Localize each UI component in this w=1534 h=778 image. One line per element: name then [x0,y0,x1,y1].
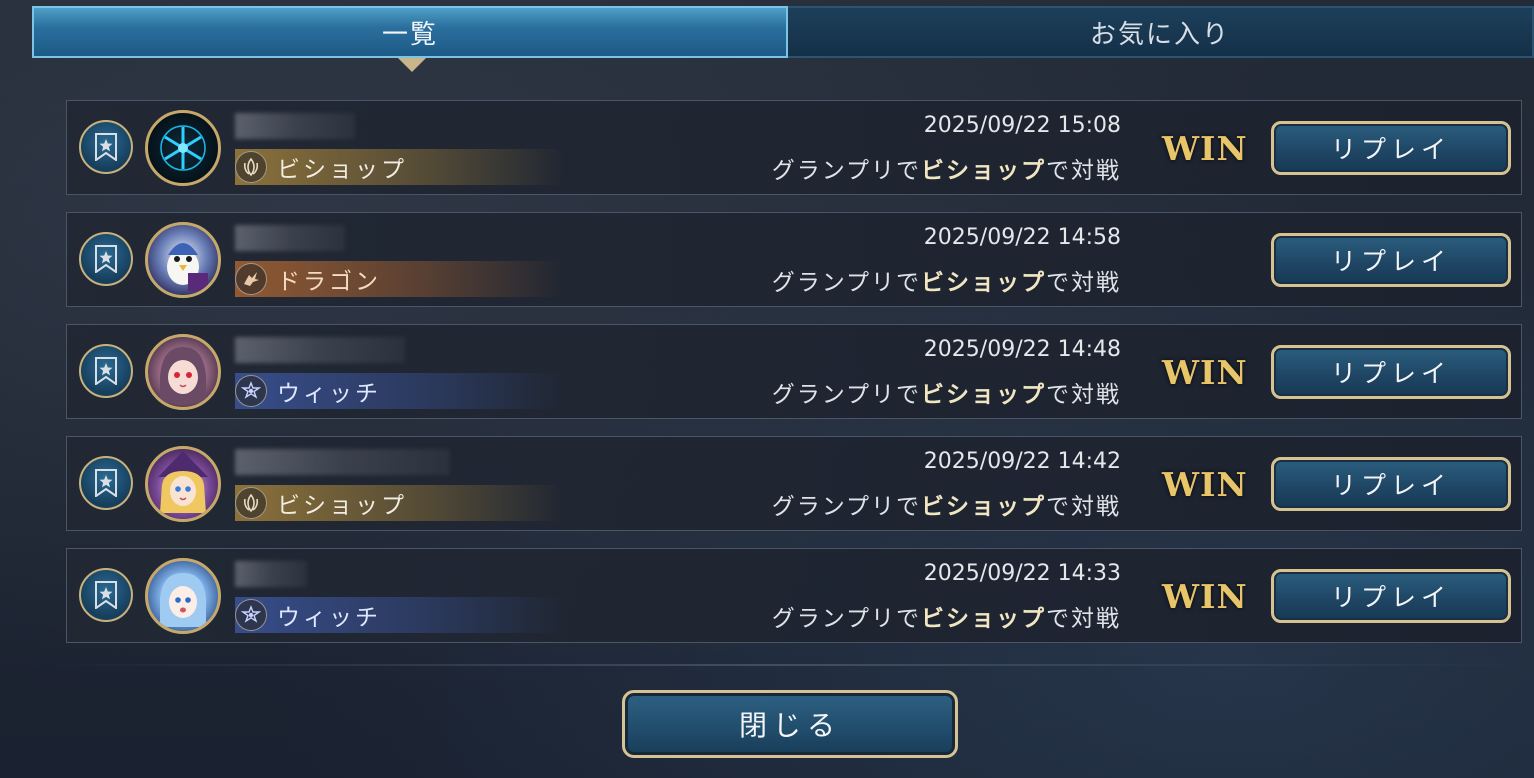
match-datetime: 2025/09/22 14:58 [923,225,1121,250]
match-mode: グランプリで [771,494,921,520]
favorite-button[interactable] [79,232,133,286]
replay-label: リプレイ [1330,359,1451,388]
replay-button[interactable]: リプレイ [1271,233,1511,287]
footer-divider [40,664,1520,666]
class-name: ウィッチ [277,605,381,631]
bookmark-star-icon [95,469,117,497]
match-suffix: で対戦 [1046,606,1121,632]
avatar [145,446,221,522]
match-mode: グランプリで [771,382,921,408]
tab-favorites[interactable]: お気に入り [788,6,1534,58]
class-indicator: ウィッチ [235,373,565,409]
class-indicator: ウィッチ [235,597,565,633]
match-suffix: で対戦 [1046,158,1121,184]
match-description: グランプリでビショップで対戦 [772,375,1121,409]
match-description: グランプリでビショップで対戦 [772,599,1121,633]
penguin-character-icon [167,243,208,291]
match-mode: グランプリで [771,270,921,296]
match-datetime: 2025/09/22 14:33 [923,561,1121,586]
bookmark-star-icon [95,357,117,385]
match-datetime: 2025/09/22 14:42 [923,449,1121,474]
match-suffix: で対戦 [1046,382,1121,408]
player-name-redacted [235,449,450,475]
replay-label: リプレイ [1330,583,1451,612]
player-name-redacted [235,561,307,587]
bishop-icon [235,487,267,519]
bookmark-star-icon [95,133,117,161]
active-tab-indicator [398,58,426,72]
match-row: ウィッチ 2025/09/22 14:48 グランプリでビショップで対戦 WIN… [66,324,1522,419]
match-description: グランプリでビショップで対戦 [772,487,1121,521]
avatar [145,110,221,186]
match-description: グランプリでビショップで対戦 [772,263,1121,297]
match-mode: グランプリで [771,606,921,632]
player-name-redacted [235,337,405,363]
avatar [145,222,221,298]
match-row: ビショップ 2025/09/22 15:08 グランプリでビショップで対戦 WI… [66,100,1522,195]
match-class: ビショップ [921,270,1046,296]
tab-bar: 一覧 お気に入り [32,6,1534,58]
match-datetime: 2025/09/22 15:08 [923,113,1121,138]
class-name: ドラゴン [277,269,381,295]
replay-label: リプレイ [1330,135,1451,164]
match-class: ビショップ [921,158,1046,184]
match-suffix: で対戦 [1046,270,1121,296]
bookmark-star-icon [95,581,117,609]
snowflake-emblem-icon [160,125,206,171]
match-mode: グランプリで [771,158,921,184]
replay-history-screen: 一覧 お気に入り ビショップ 2025/09/22 15:08 グランプリでビシ… [0,0,1534,778]
favorite-button[interactable] [79,344,133,398]
close-button[interactable]: 閉じる [622,690,958,758]
replay-label: リプレイ [1330,471,1451,500]
result-badge: WIN [1162,465,1248,504]
blonde-witch-girl-icon [158,451,208,513]
replay-button[interactable]: リプレイ [1271,345,1511,399]
class-indicator: ビショップ [235,485,565,521]
bookmark-star-icon [95,245,117,273]
witch-icon [235,375,267,407]
match-list: ビショップ 2025/09/22 15:08 グランプリでビショップで対戦 WI… [66,100,1522,660]
match-row: ドラゴン 2025/09/22 14:58 グランプリでビショップで対戦 リプレ… [66,212,1522,307]
class-indicator: ビショップ [235,149,565,185]
avatar [145,558,221,634]
result-badge: WIN [1162,353,1248,392]
match-datetime: 2025/09/22 14:48 [923,337,1121,362]
blue-hair-girl-icon [160,573,206,627]
replay-button[interactable]: リプレイ [1271,121,1511,175]
replay-button[interactable]: リプレイ [1271,569,1511,623]
replay-label: リプレイ [1330,247,1451,276]
match-row: ビショップ 2025/09/22 14:42 グランプリでビショップで対戦 WI… [66,436,1522,531]
player-name-redacted [235,225,345,251]
tab-list[interactable]: 一覧 [32,6,788,58]
class-name: ビショップ [277,157,407,183]
match-description: グランプリでビショップで対戦 [772,151,1121,185]
class-indicator: ドラゴン [235,261,565,297]
class-name: ビショップ [277,493,407,519]
tab-list-label: 一覧 [381,19,438,50]
witch-icon [235,599,267,631]
match-class: ビショップ [921,494,1046,520]
favorite-button[interactable] [79,568,133,622]
bishop-icon [235,151,267,183]
match-class: ビショップ [921,382,1046,408]
result-badge: WIN [1162,577,1248,616]
match-suffix: で対戦 [1046,494,1121,520]
result-badge: WIN [1162,129,1248,168]
match-class: ビショップ [921,606,1046,632]
match-row: ウィッチ 2025/09/22 14:33 グランプリでビショップで対戦 WIN… [66,548,1522,643]
player-name-redacted [235,113,355,139]
red-eyed-girl-icon [160,347,206,403]
avatar [145,334,221,410]
dragon-icon [235,263,267,295]
class-name: ウィッチ [277,381,381,407]
tab-favorites-label: お気に入り [1089,19,1230,50]
favorite-button[interactable] [79,456,133,510]
close-label: 閉じる [738,709,841,742]
replay-button[interactable]: リプレイ [1271,457,1511,511]
favorite-button[interactable] [79,120,133,174]
